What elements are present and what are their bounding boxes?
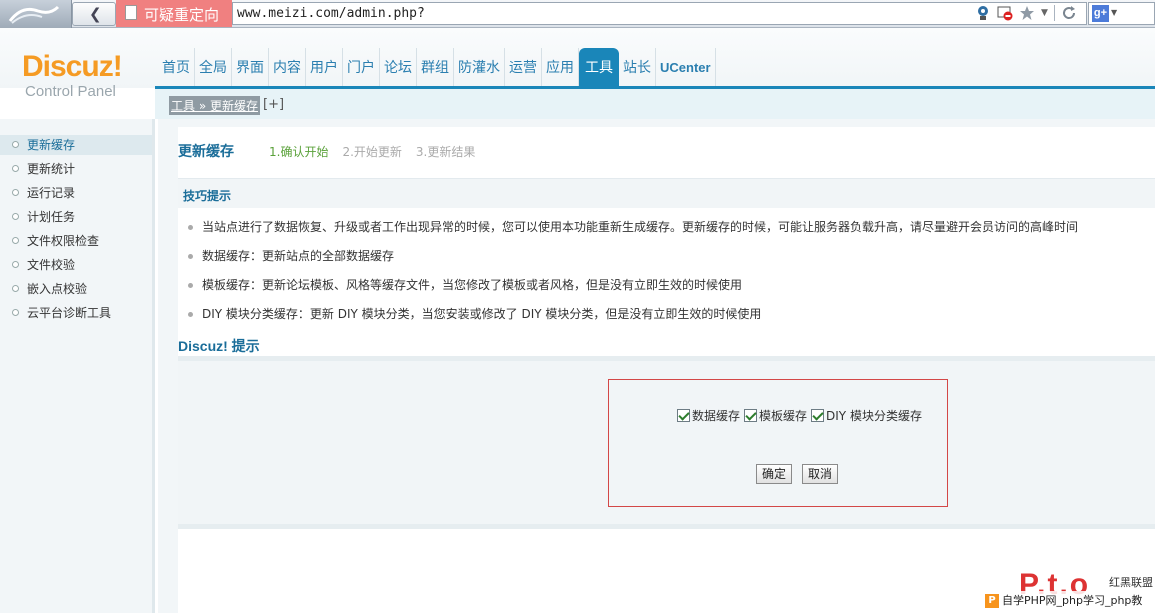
address-bar-icons: ▼ (975, 4, 1077, 22)
template-cache-checkbox[interactable] (744, 409, 758, 422)
nav-item-global[interactable]: 全局 (195, 48, 232, 86)
top-nav: 首页 全局 界面 内容 用户 门户 论坛 群组 防灌水 运营 应用 工具 站长 … (158, 48, 716, 86)
diy-cache-label: DIY 模块分类缓存 (826, 409, 922, 423)
step-indicator: 1.确认开始 2.开始更新 3.更新结果 (269, 143, 475, 160)
nav-item-forum[interactable]: 论坛 (380, 48, 417, 86)
nav-item-apps[interactable]: 应用 (542, 48, 579, 86)
nav-item-ucenter[interactable]: UCenter (656, 48, 716, 86)
sidebar-item-file-check[interactable]: 文件校验 (0, 255, 152, 279)
sidebar: 更新缓存 更新统计 运行记录 计划任务 文件权限检查 文件校验 嵌入点校验 云平… (0, 119, 155, 613)
brand-name: Discuz! (22, 50, 123, 83)
list-item: 模板缓存：更新论坛模板、风格等缓存文件，当您修改了模板或者风格，但是没有立即生效… (186, 277, 1146, 306)
step-start-update: 2.开始更新 (342, 145, 402, 159)
nav-item-portal[interactable]: 门户 (343, 48, 380, 86)
nav-item-users[interactable]: 用户 (306, 48, 343, 86)
cache-checkboxes: 数据缓存 模板缓存 DIY 模块分类缓存 (677, 407, 922, 424)
sidebar-item-file-permissions[interactable]: 文件权限检查 (0, 231, 152, 255)
confirm-button[interactable]: 确定 (756, 464, 793, 484)
nav-item-tools[interactable]: 工具 (579, 48, 619, 86)
back-button[interactable]: ❮ (72, 2, 116, 26)
data-cache-label: 数据缓存 (692, 409, 741, 423)
step-result: 3.更新结果 (415, 145, 476, 159)
dropdown-caret-icon[interactable]: ▼ (1041, 8, 1048, 18)
sidebar-item-update-stats[interactable]: 更新统计 (0, 159, 152, 183)
suspicious-redirect-badge[interactable]: 可疑重定向 (116, 0, 232, 27)
address-bar[interactable]: www.meizi.com/admin.php? (232, 2, 1087, 25)
nav-item-content[interactable]: 内容 (269, 48, 306, 86)
tips-title: 技巧提示 (183, 189, 232, 203)
add-shortcut-button[interactable]: [+] (263, 97, 284, 112)
data-cache-checkbox[interactable] (677, 409, 690, 422)
blocked-icon[interactable] (997, 5, 1013, 21)
page-title: 更新缓存 (178, 144, 234, 160)
nav-item-groups[interactable]: 群组 (417, 48, 454, 86)
nav-item-interface[interactable]: 界面 (232, 48, 269, 86)
sidebar-item-cloud-diagnostics[interactable]: 云平台诊断工具 (0, 303, 152, 327)
cache-options-dialog: 数据缓存 模板缓存 DIY 模块分类缓存 确定 取消 (608, 379, 948, 507)
sidebar-item-run-log[interactable]: 运行记录 (0, 183, 152, 207)
breadcrumb-bar: 工具 » 更新缓存 [+] (155, 89, 1155, 119)
tips-list: 当站点进行了数据恢复、升级或者工作出现异常的时候，您可以使用本功能重新生成缓存。… (186, 219, 1146, 335)
google-plus-icon: g+ (1092, 5, 1109, 22)
dialog-buttons: 确定 取消 (756, 464, 839, 484)
star-icon[interactable] (1019, 5, 1035, 21)
tips-header: 技巧提示 (178, 178, 1155, 208)
watermark: P.t.o 红黑联盟 P 自学PHP网_php学习_php教 (985, 566, 1155, 613)
breadcrumb[interactable]: 工具 » 更新缓存 (169, 96, 260, 115)
diy-cache-checkbox[interactable] (811, 409, 825, 422)
php-logo-icon: P (985, 594, 999, 608)
search-engine-box[interactable]: g+ ▼ (1088, 2, 1155, 25)
nav-item-antispam[interactable]: 防灌水 (454, 48, 505, 86)
brand-subtitle: Control Panel (25, 83, 116, 100)
watermark-brand: 红黑联盟 (1109, 576, 1153, 589)
sidebar-menu: 更新缓存 更新统计 运行记录 计划任务 文件权限检查 文件校验 嵌入点校验 云平… (0, 135, 152, 327)
redirect-label: 可疑重定向 (144, 6, 220, 24)
cache-form-area: 数据缓存 模板缓存 DIY 模块分类缓存 确定 取消 (178, 356, 1155, 529)
url-text: www.meizi.com/admin.php? (237, 6, 425, 21)
cancel-button[interactable]: 取消 (802, 464, 839, 484)
extension-icon[interactable] (975, 5, 991, 21)
content-panel: 更新缓存 1.确认开始 2.开始更新 3.更新结果 技巧提示 当站点进行了数据恢… (178, 127, 1155, 613)
browser-logo-icon (8, 5, 60, 24)
sidebar-item-update-cache[interactable]: 更新缓存 (0, 135, 152, 155)
template-cache-label: 模板缓存 (759, 409, 808, 423)
watermark-strip: P 自学PHP网_php学习_php教 (985, 591, 1155, 611)
diy-cache-option[interactable]: DIY 模块分类缓存 (811, 407, 922, 424)
nav-item-operations[interactable]: 运营 (505, 48, 542, 86)
data-cache-option[interactable]: 数据缓存 (677, 407, 740, 424)
chevron-left-icon: ❮ (89, 5, 102, 23)
dropdown-caret-icon: ▼ (1111, 8, 1118, 17)
reload-icon[interactable] (1061, 5, 1077, 21)
browser-toolbar: ❮ 可疑重定向 www.meizi.com/admin.php? ▼ g+ ▼ (0, 0, 1155, 28)
main-area: 更新缓存 1.确认开始 2.开始更新 3.更新结果 技巧提示 当站点进行了数据恢… (158, 119, 1155, 613)
step-confirm: 1.确认开始 (269, 145, 329, 159)
template-cache-option[interactable]: 模板缓存 (744, 407, 807, 424)
sidebar-item-hook-check[interactable]: 嵌入点校验 (0, 279, 152, 303)
list-item: 当站点进行了数据恢复、升级或者工作出现异常的时候，您可以使用本功能重新生成缓存。… (186, 219, 1146, 248)
list-item: 数据缓存：更新站点的全部数据缓存 (186, 248, 1146, 277)
browser-logo-tab[interactable] (0, 0, 72, 28)
list-item: DIY 模块分类缓存：更新 DIY 模块分类，当您安装或修改了 DIY 模块分类… (186, 306, 1146, 335)
brand-logo[interactable]: Discuz! Control Panel (22, 50, 123, 101)
watermark-strip-text: 自学PHP网_php学习_php教 (1002, 594, 1143, 607)
document-icon (125, 5, 137, 20)
discuz-tip-title: Discuz! 提示 (178, 338, 260, 354)
nav-item-home[interactable]: 首页 (158, 48, 195, 86)
nav-item-webmaster[interactable]: 站长 (619, 48, 656, 86)
sidebar-item-scheduled-tasks[interactable]: 计划任务 (0, 207, 152, 231)
